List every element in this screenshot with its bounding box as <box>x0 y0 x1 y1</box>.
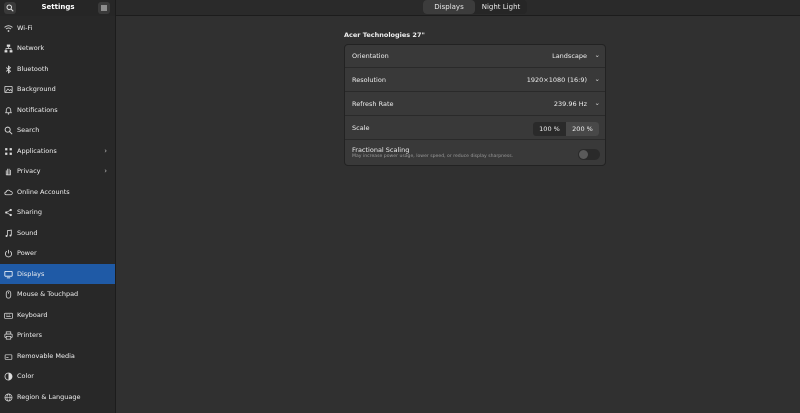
sidebar-item-sharing[interactable]: Sharing <box>0 202 115 222</box>
sidebar-item-region-language[interactable]: Region & Language <box>0 387 115 407</box>
chevron-right-icon: › <box>104 147 107 155</box>
scale-label: Scale <box>352 124 370 132</box>
resolution-row[interactable]: Resolution 1920×1080 (16:9) ⌄ <box>345 69 605 92</box>
sidebar-item-label: Network <box>17 44 45 52</box>
background-icon <box>4 85 13 94</box>
sidebar-item-label: Displays <box>17 270 45 278</box>
sidebar-item-label: Background <box>17 85 56 93</box>
resolution-label: Resolution <box>352 76 386 84</box>
sidebar-item-network[interactable]: Network <box>0 38 115 58</box>
scale-200-button[interactable]: 200 % <box>566 122 599 136</box>
printer-icon <box>4 330 13 340</box>
chevron-down-icon: ⌄ <box>594 51 600 59</box>
sidebar-item-label: Bluetooth <box>17 65 49 73</box>
sidebar-item-label: Power <box>17 249 37 257</box>
sidebar-item-mouse-touchpad[interactable]: Mouse & Touchpad <box>0 284 115 304</box>
sidebar-item-printers[interactable]: Printers <box>0 325 115 345</box>
refresh-rate-value: 239.96 Hz <box>553 100 587 108</box>
orientation-value: Landscape <box>552 52 587 60</box>
keyboard-icon <box>4 311 13 320</box>
sidebar-item-background[interactable]: Background <box>0 79 115 99</box>
sidebar-item-label: Wi-Fi <box>17 24 33 32</box>
switch-knob <box>579 150 588 159</box>
wifi-icon <box>4 24 13 33</box>
sidebar-item-label: Privacy <box>17 167 41 175</box>
sidebar-item-bluetooth[interactable]: Bluetooth <box>0 59 115 79</box>
sidebar-item-label: Color <box>17 372 34 380</box>
usb-drive-icon <box>4 352 13 361</box>
sidebar: Wi-Fi Network Bluetooth Background Notif… <box>0 16 116 413</box>
fractional-scaling-row: Fractional Scaling May increase power us… <box>345 141 605 165</box>
resolution-value: 1920×1080 (16:9) <box>526 76 587 84</box>
monitor-name: Acer Technologies 27" <box>344 31 425 39</box>
sidebar-item-label: Sharing <box>17 208 42 216</box>
sidebar-item-label: Region & Language <box>17 393 81 401</box>
fractional-scaling-switch[interactable] <box>578 149 600 160</box>
sidebar-item-notifications[interactable]: Notifications <box>0 100 115 120</box>
orientation-label: Orientation <box>352 52 389 60</box>
chevron-down-icon: ⌄ <box>594 75 600 83</box>
sidebar-item-displays[interactable]: Displays <box>0 264 115 284</box>
hamburger-menu-icon <box>101 5 107 11</box>
search-icon <box>4 126 13 135</box>
sidebar-item-label: Applications <box>17 147 57 155</box>
tab-displays[interactable]: Displays <box>423 0 475 14</box>
apps-grid-icon <box>4 147 13 156</box>
sidebar-item-keyboard[interactable]: Keyboard <box>0 305 115 325</box>
sidebar-item-sound[interactable]: Sound <box>0 223 115 243</box>
display-settings-panel: Orientation Landscape ⌄ Resolution 1920×… <box>344 44 606 166</box>
refresh-rate-row[interactable]: Refresh Rate 239.96 Hz ⌄ <box>345 93 605 116</box>
power-icon <box>4 249 13 258</box>
scale-100-button[interactable]: 100 % <box>533 122 566 136</box>
sidebar-item-label: Notifications <box>17 106 58 114</box>
network-icon <box>4 44 13 53</box>
monitor-icon <box>4 270 13 279</box>
sidebar-item-removable-media[interactable]: Removable Media <box>0 346 115 366</box>
color-icon <box>4 372 13 381</box>
scale-row: Scale 100 % 200 % <box>345 117 605 140</box>
sidebar-item-color[interactable]: Color <box>0 366 115 386</box>
sidebar-item-applications[interactable]: Applications › <box>0 141 115 161</box>
refresh-rate-label: Refresh Rate <box>352 100 394 108</box>
mouse-icon <box>4 289 13 299</box>
header-bar: Settings Displays Night Light <box>0 0 800 16</box>
globe-icon <box>4 393 13 402</box>
sidebar-item-privacy[interactable]: Privacy › <box>0 161 115 181</box>
bell-icon <box>4 106 13 115</box>
bluetooth-icon <box>4 64 13 74</box>
sidebar-item-label: Online Accounts <box>17 188 70 196</box>
sidebar-item-label: Mouse & Touchpad <box>17 290 79 298</box>
sidebar-item-label: Removable Media <box>17 352 75 360</box>
sidebar-item-label: Printers <box>17 331 43 339</box>
settings-window: Settings Displays Night Light Wi-Fi Netw… <box>0 0 800 413</box>
sidebar-item-online-accounts[interactable]: Online Accounts <box>0 182 115 202</box>
sidebar-header: Settings <box>0 0 116 16</box>
sidebar-item-power[interactable]: Power <box>0 243 115 263</box>
music-note-icon <box>4 229 13 238</box>
sidebar-item-label: Search <box>17 126 40 134</box>
fractional-scaling-description: May increase power usage, lower speed, o… <box>352 154 514 159</box>
orientation-row[interactable]: Orientation Landscape ⌄ <box>345 45 605 68</box>
cloud-icon <box>4 188 13 197</box>
sidebar-item-label: Keyboard <box>17 311 48 319</box>
sidebar-item-wifi[interactable]: Wi-Fi <box>0 18 115 38</box>
tab-night-light[interactable]: Night Light <box>475 0 527 14</box>
share-icon <box>4 208 13 217</box>
chevron-down-icon: ⌄ <box>594 99 600 107</box>
scale-toggle-group: 100 % 200 % <box>533 122 599 136</box>
sidebar-item-label: Sound <box>17 229 38 237</box>
menu-button[interactable] <box>98 2 110 14</box>
sidebar-item-search[interactable]: Search <box>0 120 115 140</box>
view-switcher: Displays Night Light <box>423 0 527 14</box>
hand-icon <box>4 167 13 176</box>
chevron-right-icon: › <box>104 167 107 175</box>
fractional-scaling-label: Fractional Scaling <box>352 146 410 154</box>
